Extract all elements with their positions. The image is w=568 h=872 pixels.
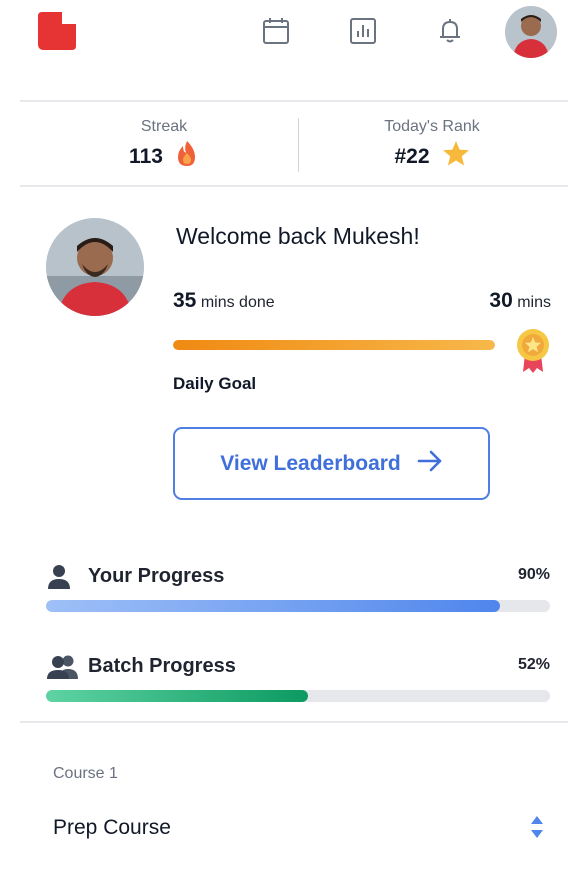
flame-icon — [175, 140, 199, 174]
stat-divider — [298, 118, 299, 172]
star-icon — [442, 140, 470, 173]
mins-goal: 30 mins — [489, 289, 551, 313]
course-select[interactable]: Prep Course — [53, 810, 549, 850]
mins-done: 35 mins done — [173, 289, 275, 313]
bell-icon[interactable] — [433, 14, 467, 48]
batch-progress-fill — [46, 690, 309, 702]
top-bar — [0, 0, 568, 64]
batch-progress-track — [46, 690, 550, 702]
group-icon — [46, 654, 78, 680]
rank-label: Today's Rank — [384, 118, 480, 135]
bar-chart-icon[interactable] — [346, 14, 380, 48]
your-progress-fill — [46, 600, 500, 612]
mins-goal-unit: mins — [517, 294, 551, 311]
your-progress-label: Your Progress — [88, 565, 225, 587]
streak-stat: Streak 113 — [34, 118, 294, 174]
mins-done-unit: mins done — [200, 294, 275, 311]
divider — [20, 721, 568, 723]
brand-logo-icon[interactable] — [36, 10, 78, 52]
rank-value: #22 — [394, 144, 430, 168]
divider — [20, 100, 568, 102]
rank-stat: Today's Rank #22 — [302, 118, 562, 173]
arrow-right-icon — [417, 450, 443, 477]
streak-label: Streak — [140, 118, 188, 135]
calendar-icon[interactable] — [259, 14, 293, 48]
daily-goal-fill — [173, 340, 495, 350]
user-avatar[interactable] — [505, 6, 557, 58]
your-progress-percent: 90% — [517, 566, 550, 583]
person-icon — [46, 564, 76, 590]
view-leaderboard-button[interactable]: View Leaderboard — [173, 427, 490, 500]
mins-goal-value: 30 — [489, 289, 513, 312]
minutes-row: 35 mins done 30 mins — [173, 289, 551, 317]
course-caption: Course 1 — [53, 765, 118, 782]
batch-progress-percent: 52% — [517, 656, 550, 673]
course-selected-value: Prep Course — [53, 816, 171, 839]
your-progress-track — [46, 600, 550, 612]
medal-icon — [515, 328, 551, 374]
daily-goal-progress — [173, 340, 495, 350]
batch-progress-label: Batch Progress — [88, 655, 236, 677]
view-leaderboard-label: View Leaderboard — [220, 451, 401, 475]
stats-bar: Streak 113 Today's Rank #22 — [20, 104, 568, 186]
mins-done-value: 35 — [173, 289, 197, 312]
profile-avatar — [46, 218, 144, 316]
divider — [20, 185, 568, 187]
your-progress: Your Progress 90% — [46, 563, 550, 623]
welcome-title: Welcome back Mukesh! — [176, 223, 420, 249]
select-arrows-icon — [529, 814, 545, 840]
streak-value: 113 — [129, 145, 163, 168]
daily-goal-label: Daily Goal — [173, 374, 257, 393]
batch-progress: Batch Progress 52% — [46, 653, 550, 713]
